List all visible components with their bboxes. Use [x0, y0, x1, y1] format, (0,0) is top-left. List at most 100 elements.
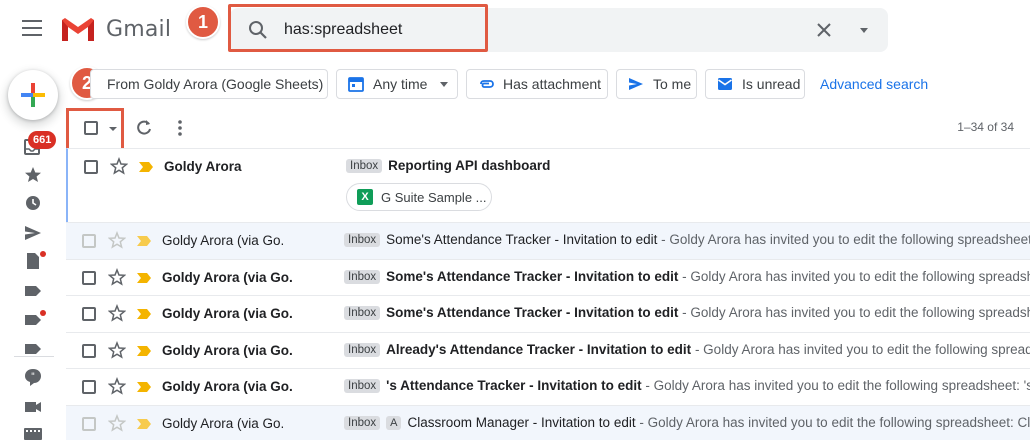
video-icon[interactable]: [22, 396, 44, 418]
row-checkbox[interactable]: [84, 160, 98, 174]
row-checkbox[interactable]: [82, 380, 96, 394]
list-toolbar: 1–34 of 34: [66, 108, 1030, 148]
close-icon[interactable]: [814, 20, 834, 40]
inbox-label[interactable]: Inbox: [344, 379, 381, 393]
advanced-search-link[interactable]: Advanced search: [820, 76, 928, 92]
row-checkbox[interactable]: [82, 270, 96, 285]
star-outline-icon[interactable]: [108, 340, 126, 359]
label-icon[interactable]: [22, 280, 44, 302]
email-summary: Inbox Some's Attendance Tracker - Invitat…: [344, 305, 1030, 320]
email-snippet: - Goldy Arora has invited you to edit th…: [691, 341, 1030, 357]
email-row[interactable]: Goldy Arora (via Go. Inbox Already's Atte…: [66, 331, 1030, 368]
row-checkbox[interactable]: [82, 234, 96, 248]
star-icon[interactable]: [22, 164, 44, 186]
importance-marker-icon[interactable]: [136, 418, 152, 430]
email-summary: Inbox Some's Attendance Tracker - Invitat…: [344, 232, 1030, 247]
row-checkbox[interactable]: [82, 416, 96, 431]
star-outline-icon[interactable]: [108, 377, 126, 395]
email-summary: Inbox A Classroom Manager - Invitation to …: [344, 415, 1030, 430]
email-snippet: - Goldy Arora has invited you to edit th…: [635, 414, 1030, 430]
sender-name: Goldy Arora (via Go.: [162, 342, 293, 358]
importance-marker-icon[interactable]: [136, 381, 152, 393]
clock-icon[interactable]: [22, 192, 44, 214]
svg-text:": ": [31, 372, 35, 382]
inbox-unread-badge: 661: [28, 131, 57, 149]
email-row[interactable]: Goldy Arora (via Go. Inbox Some's Attenda…: [66, 258, 1030, 295]
email-snippet: - Goldy Arora has invited you to edit th…: [641, 378, 1030, 393]
rail-divider: [14, 356, 54, 357]
time-filter-chip[interactable]: Any time: [336, 69, 458, 99]
star-outline-icon[interactable]: [108, 413, 126, 432]
attachment-chip[interactable]: X G Suite Sample ...: [346, 183, 492, 211]
attachment-filter-chip[interactable]: Has attachment: [466, 69, 608, 99]
sender-name: Goldy Arora (via Go.: [162, 233, 285, 248]
draft-indicator-dot: [40, 251, 46, 257]
email-snippet: - Goldy Arora has invited you to edit th…: [682, 305, 1030, 320]
step-1-callout: 1: [186, 5, 220, 39]
star-outline-icon[interactable]: [110, 157, 128, 175]
from-filter-chip[interactable]: From Goldy Arora (Google Sheets): [90, 69, 328, 99]
refresh-icon[interactable]: [134, 118, 154, 138]
star-outline-icon[interactable]: [108, 304, 126, 322]
chat-icon[interactable]: ": [22, 366, 44, 388]
email-snippet: - Goldy Arora has invited you to edit th…: [657, 232, 1030, 247]
keyboard-icon[interactable]: [22, 424, 44, 440]
inbox-label[interactable]: Inbox: [344, 342, 381, 357]
gmail-logo[interactable]: Gmail: [60, 14, 171, 44]
top-bar: Gmail 1: [0, 0, 1030, 60]
to-me-filter-chip[interactable]: To me: [616, 69, 697, 99]
row-checkbox[interactable]: [82, 307, 96, 321]
checkbox-icon: [84, 121, 98, 135]
caret-down-icon[interactable]: [854, 20, 874, 40]
search-bar[interactable]: [230, 8, 888, 52]
inbox-label[interactable]: Inbox: [344, 233, 381, 247]
email-list: Goldy Arora Inbox Reporting API dashboard…: [66, 148, 1030, 440]
email-subject: Already's Attendance Tracker - Invitatio…: [386, 341, 692, 357]
importance-marker-icon[interactable]: [136, 235, 152, 247]
send-icon[interactable]: [22, 222, 44, 244]
plus-icon: [21, 83, 45, 107]
importance-marker-icon[interactable]: [136, 272, 152, 284]
label-indicator-dot: [40, 310, 46, 316]
app-name: Gmail: [106, 16, 172, 42]
email-row[interactable]: Goldy Arora (via Go. Inbox Some's Attenda…: [66, 295, 1030, 332]
row-checkbox[interactable]: [82, 343, 96, 358]
sender-name: Goldy Arora (via Go.: [162, 269, 293, 285]
email-row[interactable]: Goldy Arora (via Go. Inbox A Classroom Man…: [66, 404, 1030, 440]
time-filter-label: Any time: [373, 76, 428, 92]
sender-name: Goldy Arora (via Go.: [162, 379, 293, 394]
email-snippet: - Goldy Arora has invited you to edit th…: [682, 268, 1030, 284]
email-subject: Some's Attendance Tracker - Invitation t…: [386, 305, 679, 320]
hamburger-menu-icon[interactable]: [22, 20, 42, 36]
compose-button[interactable]: [8, 70, 58, 120]
email-row[interactable]: Goldy Arora (via Go. Inbox 's Attendance …: [66, 368, 1030, 405]
inbox-label[interactable]: Inbox: [346, 159, 383, 173]
send-icon: [629, 78, 643, 90]
calendar-icon: [348, 77, 364, 92]
inbox-label[interactable]: Inbox: [344, 415, 381, 430]
search-input[interactable]: [284, 18, 804, 42]
email-row[interactable]: Goldy Arora (via Go. Inbox Some's Attenda…: [66, 222, 1030, 259]
attachment-icon: [480, 80, 494, 88]
to-me-filter-label: To me: [653, 76, 692, 92]
importance-marker-icon[interactable]: [136, 345, 152, 357]
email-subject: Reporting API dashboard: [388, 158, 551, 173]
inbox-label[interactable]: Inbox: [344, 269, 381, 284]
search-icon[interactable]: [248, 20, 268, 40]
importance-marker-icon[interactable]: [136, 308, 152, 320]
email-row[interactable]: Goldy Arora Inbox Reporting API dashboard…: [66, 148, 1030, 222]
star-outline-icon[interactable]: [108, 231, 126, 249]
email-subject: Some's Attendance Tracker - Invitation t…: [386, 232, 658, 247]
select-all-checkbox[interactable]: [74, 112, 124, 146]
inbox-label[interactable]: Inbox: [344, 306, 381, 320]
more-vertical-icon[interactable]: [170, 118, 190, 138]
email-subject: Classroom Manager - Invitation to edit: [407, 414, 636, 430]
unread-filter-chip[interactable]: Is unread: [705, 69, 805, 99]
importance-marker-icon[interactable]: [138, 161, 154, 173]
unread-filter-label: Is unread: [742, 76, 801, 92]
email-summary: Inbox 's Attendance Tracker - Invitation …: [344, 378, 1030, 393]
star-outline-icon[interactable]: [108, 267, 126, 286]
gmail-m-icon: [62, 17, 94, 41]
attachment-filter-label: Has attachment: [503, 76, 602, 92]
email-subject: Some's Attendance Tracker - Invitation t…: [386, 268, 679, 284]
